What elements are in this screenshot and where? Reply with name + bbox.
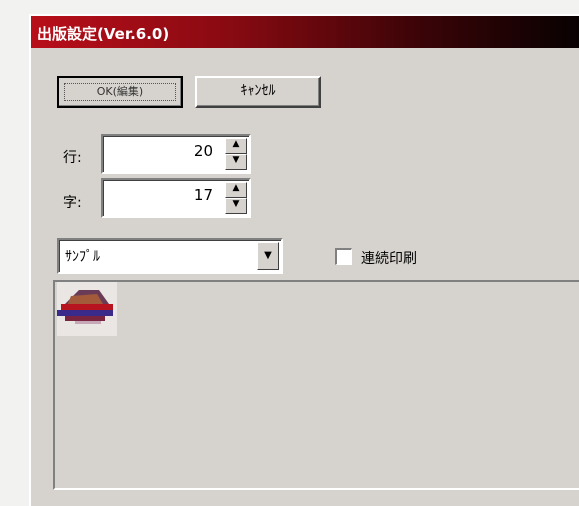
spin-down-icon[interactable]: ▼ xyxy=(225,198,247,214)
combo-selected-value: ｻﾝﾌﾟﾙ xyxy=(65,249,100,265)
ok-button[interactable]: OK(編集) xyxy=(57,76,183,108)
row2-value: 17 xyxy=(193,186,213,204)
row1-spin-buttons: ▲ ▼ xyxy=(225,138,247,170)
focus-rect xyxy=(64,83,176,101)
row2-spin-buttons: ▲ ▼ xyxy=(225,182,247,214)
spin-up-icon[interactable]: ▲ xyxy=(225,138,247,154)
spin-down-icon[interactable]: ▼ xyxy=(225,154,247,170)
title-bar[interactable]: 出版設定(Ver.6.0) xyxy=(31,16,579,48)
continuous-print-label: 連続印刷 xyxy=(361,251,417,267)
row2-spin-field[interactable]: 17 ▲ ▼ xyxy=(101,178,251,218)
cancel-button-label: ｷｬﾝｾﾙ xyxy=(240,83,276,99)
preview-thumbnail xyxy=(57,282,117,336)
continuous-print-checkbox[interactable] xyxy=(335,248,352,265)
field-row2-label: 字: xyxy=(63,195,82,211)
row1-value: 20 xyxy=(193,142,213,160)
cancel-button[interactable]: ｷｬﾝｾﾙ xyxy=(195,76,321,108)
chevron-down-icon[interactable]: ▼ xyxy=(257,242,279,270)
row1-spin-field[interactable]: 20 ▲ ▼ xyxy=(101,134,251,174)
preview-area xyxy=(53,280,579,490)
sample-combo[interactable]: ｻﾝﾌﾟﾙ ▼ xyxy=(57,238,283,274)
spin-up-icon[interactable]: ▲ xyxy=(225,182,247,198)
dialog-window: 出版設定(Ver.6.0) OK(編集) ｷｬﾝｾﾙ 行: 20 ▲ ▼ 字: … xyxy=(29,14,579,506)
window-title: 出版設定(Ver.6.0) xyxy=(37,25,170,43)
field-row1-label: 行: xyxy=(63,150,82,166)
